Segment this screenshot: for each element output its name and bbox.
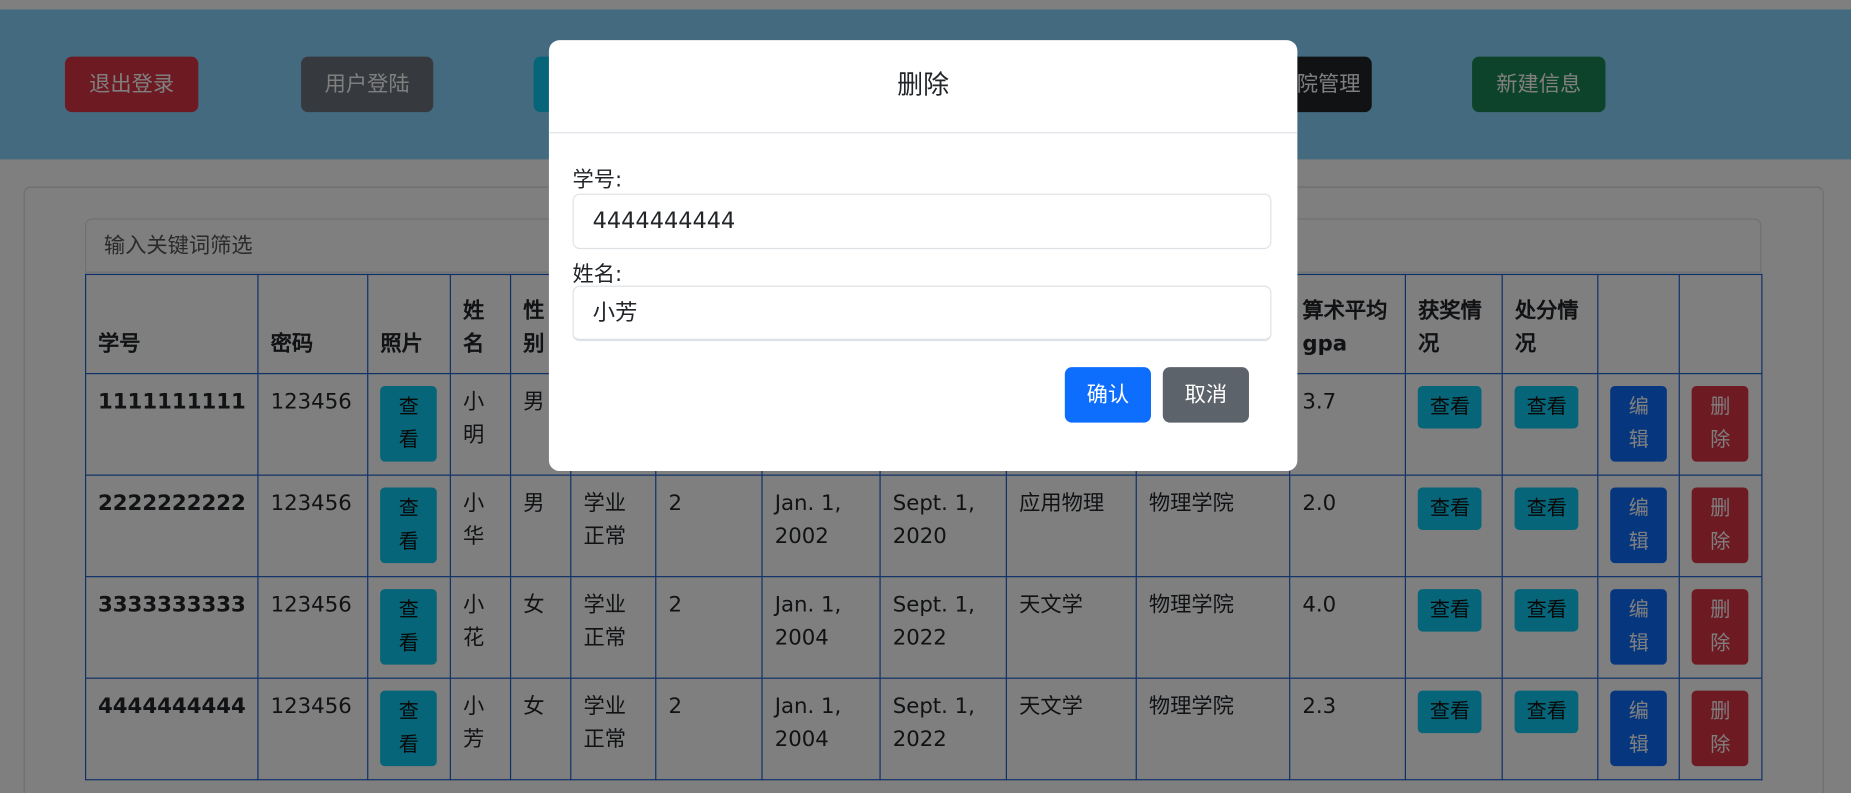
page: 退出登录 用户登陆 院管理 新建信息 输入关键词筛选 学号密码照片姓名性别算术平…: [0, 0, 1851, 793]
delete-modal: 删除 学号: 4444444444 姓名: 小芳 确认 取消: [548, 40, 1298, 472]
name-label: 姓名:: [572, 262, 623, 287]
modal-title: 删除: [548, 40, 1298, 134]
name-field[interactable]: 小芳: [572, 285, 1272, 342]
id-field[interactable]: 4444444444: [572, 193, 1272, 250]
id-label: 学号:: [572, 167, 623, 193]
cancel-button[interactable]: 取消: [1162, 367, 1249, 423]
confirm-button[interactable]: 确认: [1064, 367, 1151, 423]
